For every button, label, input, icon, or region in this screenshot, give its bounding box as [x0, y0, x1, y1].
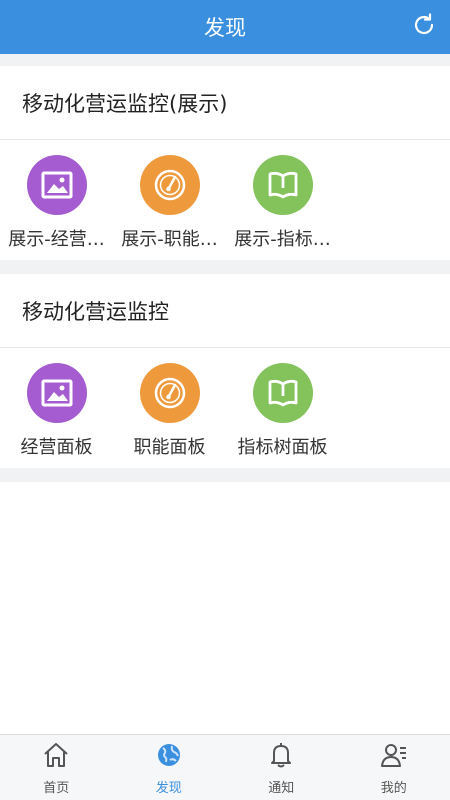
item-label: 展示-职能…	[121, 229, 218, 250]
image-icon	[26, 363, 87, 423]
section-divider	[0, 54, 450, 66]
nav-label: 发现	[155, 781, 182, 796]
section-display: 移动化营运监控(展示) 展示-经营… 展示-职能… 展示-指标…	[0, 66, 450, 260]
app-item-display-function[interactable]: 展示-职能…	[113, 155, 226, 260]
gauge-icon	[139, 155, 200, 215]
gauge-icon	[139, 363, 200, 423]
nav-label: 我的	[380, 781, 407, 796]
bottom-nav: 首页 发现 通知 我的	[0, 734, 450, 800]
user-icon	[380, 741, 408, 773]
section-monitor: 移动化营运监控 经营面板 职能面板 指标树面板	[0, 274, 450, 468]
nav-notifications[interactable]: 通知	[225, 735, 338, 800]
nav-home[interactable]: 首页	[0, 735, 113, 800]
nav-mine[interactable]: 我的	[338, 735, 450, 800]
app-item-indicator-tree-panel[interactable]: 指标树面板	[226, 363, 339, 468]
section-divider	[0, 260, 450, 274]
top-bar: 发现	[0, 0, 450, 54]
app-item-display-business[interactable]: 展示-经营…	[0, 155, 113, 260]
app-item-business-panel[interactable]: 经营面板	[0, 363, 113, 468]
home-icon	[42, 741, 70, 773]
item-label: 职能面板	[133, 437, 206, 458]
section-title: 移动化营运监控(展示)	[0, 66, 450, 140]
section-title: 移动化营运监控	[0, 274, 450, 348]
nav-label: 首页	[43, 781, 70, 796]
bell-icon	[267, 741, 295, 773]
book-icon	[252, 155, 313, 215]
refresh-icon[interactable]	[410, 11, 438, 39]
globe-icon	[155, 741, 183, 773]
item-label: 指标树面板	[237, 437, 328, 458]
section-divider	[0, 468, 450, 482]
nav-discover[interactable]: 发现	[113, 735, 226, 800]
item-label: 经营面板	[20, 437, 93, 458]
app-item-function-panel[interactable]: 职能面板	[113, 363, 226, 468]
page-title: 发现	[204, 16, 246, 40]
item-label: 展示-经营…	[8, 229, 105, 250]
book-icon	[252, 363, 313, 423]
nav-label: 通知	[268, 781, 295, 796]
image-icon	[26, 155, 87, 215]
item-label: 展示-指标…	[234, 229, 331, 250]
app-item-display-indicator[interactable]: 展示-指标…	[226, 155, 339, 260]
